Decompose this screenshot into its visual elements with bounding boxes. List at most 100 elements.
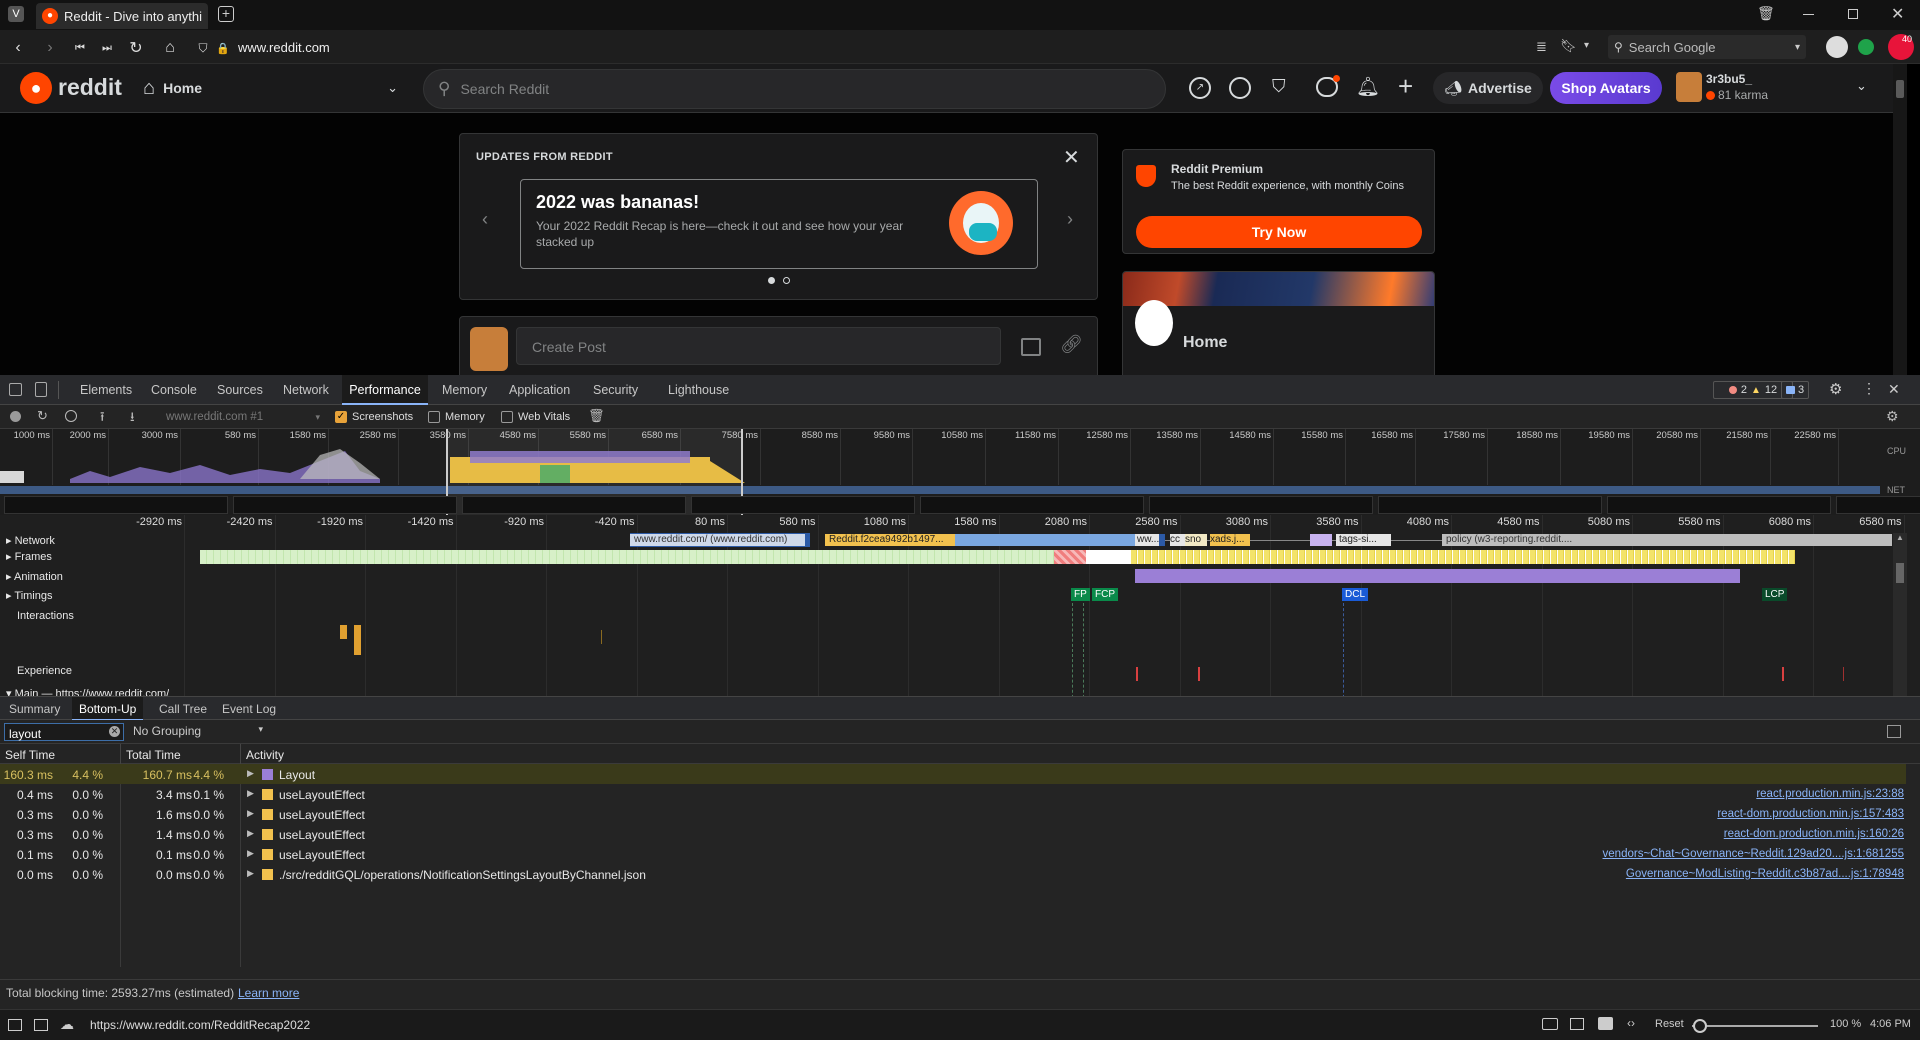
- net-request-policy[interactable]: policy (w3-reporting.reddit....: [1442, 534, 1892, 546]
- close-icon[interactable]: ✕: [1063, 145, 1080, 170]
- upload-icon[interactable]: ⭱: [100, 408, 105, 430]
- tab-bottom-up[interactable]: Bottom-Up: [72, 697, 144, 721]
- timeline-overview[interactable]: 1000 ms 2000 ms 3000 ms 580 ms 1580 ms 2580 m…: [0, 429, 1920, 515]
- forward-icon[interactable]: ›: [40, 38, 60, 58]
- download-icon[interactable]: ⭳: [130, 408, 135, 430]
- code-icon[interactable]: ‹›: [1627, 1016, 1635, 1030]
- filter-input[interactable]: layout ✕: [4, 723, 124, 741]
- home-feed-selector[interactable]: ⌂ Home ⌄: [143, 74, 398, 102]
- recap-banner[interactable]: 2022 was bananas! Your 2022 Reddit Recap…: [520, 179, 1038, 269]
- expand-icon[interactable]: ▶: [247, 808, 254, 819]
- timing-fp[interactable]: FP: [1071, 588, 1090, 601]
- table-row[interactable]: 160.3 ms 4.4 % 160.7 ms 4.4 % ▶ Layout: [0, 764, 1906, 784]
- source-link[interactable]: react.production.min.js:23:88: [1756, 788, 1904, 800]
- carousel-dot[interactable]: [783, 277, 790, 284]
- track-interactions[interactable]: Interactions: [17, 610, 74, 622]
- table-row[interactable]: 0.1 ms 0.0 % 0.1 ms 0.0 % ▶ useLayoutEffect ve…: [0, 844, 1906, 864]
- vivaldi-menu-icon[interactable]: V: [8, 6, 24, 22]
- table-row[interactable]: 0.0 ms 0.0 % 0.0 ms 0.0 % ▶ ./src/redditGQL/o…: [0, 864, 1906, 884]
- tab-security[interactable]: Security: [593, 375, 638, 405]
- screenshot-thumbnail[interactable]: [462, 496, 686, 514]
- layout-shift-mark[interactable]: [1843, 667, 1844, 681]
- track-network[interactable]: ▸ Network: [6, 534, 55, 547]
- capture-settings-icon[interactable]: ⚙: [1886, 408, 1899, 425]
- net-request-html[interactable]: www.reddit.com/ (www.reddit.com): [630, 534, 805, 546]
- reddit-logo-icon[interactable]: ●: [20, 72, 52, 104]
- image-upload-icon[interactable]: [1021, 338, 1041, 356]
- tab-summary[interactable]: Summary: [9, 702, 60, 716]
- learn-more-link[interactable]: Learn more: [238, 986, 299, 1000]
- profile-icon[interactable]: [1826, 36, 1848, 58]
- zoom-slider[interactable]: [1692, 1019, 1818, 1033]
- device-toggle-icon[interactable]: [35, 382, 47, 397]
- expand-icon[interactable]: ▶: [247, 868, 254, 879]
- carousel-next-icon[interactable]: ›: [1067, 209, 1073, 230]
- reddit-search-input[interactable]: ⚲ Search Reddit: [423, 69, 1166, 109]
- memory-checkbox[interactable]: [428, 411, 440, 423]
- tab-call-tree[interactable]: Call Tree: [159, 702, 207, 716]
- record-icon[interactable]: [10, 411, 21, 422]
- zoom-reset-button[interactable]: Reset: [1655, 1018, 1684, 1030]
- tab-elements[interactable]: Elements: [80, 375, 132, 405]
- net-request-js[interactable]: Reddit.f2cea9492b1497...: [825, 534, 955, 546]
- timing-fcp[interactable]: FCP: [1092, 588, 1118, 601]
- expand-icon[interactable]: ▶: [247, 788, 254, 799]
- link-icon[interactable]: 🔗︎: [1060, 334, 1083, 355]
- col-total-time[interactable]: Total Time: [126, 748, 181, 762]
- screenshot-thumbnail[interactable]: [4, 496, 228, 514]
- capture-icon[interactable]: [1542, 1018, 1558, 1030]
- reload-record-icon[interactable]: ↻: [37, 408, 48, 424]
- grouping-select[interactable]: No Grouping ▾: [133, 724, 263, 738]
- track-timings[interactable]: ▸ Timings: [6, 589, 53, 602]
- track-animation[interactable]: ▸ Animation: [6, 570, 63, 583]
- reload-icon[interactable]: ↻: [126, 38, 146, 58]
- tab-memory[interactable]: Memory: [442, 375, 487, 405]
- webvitals-checkbox[interactable]: [501, 411, 513, 423]
- create-post-input[interactable]: Create Post: [516, 327, 1001, 365]
- screenshot-thumbnail[interactable]: [233, 496, 457, 514]
- col-self-time[interactable]: Self Time: [5, 748, 55, 762]
- screenshots-checkbox[interactable]: ✓: [335, 411, 347, 423]
- garbage-collect-icon[interactable]: 🗑︎: [588, 408, 605, 424]
- flame-chart[interactable]: -2920 ms -2420 ms -1920 ms -1420 ms -920 ms -…: [0, 515, 1920, 705]
- mod-shield-icon[interactable]: ⛉: [1272, 76, 1286, 97]
- google-search-field[interactable]: ⚲ Search Google ▾: [1608, 35, 1806, 59]
- timing-dcl[interactable]: DCL: [1342, 588, 1369, 601]
- timing-lcp[interactable]: LCP: [1762, 588, 1788, 601]
- interaction-mark[interactable]: [601, 630, 602, 644]
- expand-icon[interactable]: ▶: [247, 828, 254, 839]
- source-link[interactable]: react-dom.production.min.js:157:483: [1717, 808, 1904, 820]
- shop-avatars-button[interactable]: Shop Avatars: [1550, 72, 1662, 104]
- url-field[interactable]: www.reddit.com: [238, 40, 330, 55]
- back-icon[interactable]: ‹: [8, 38, 28, 58]
- layout-shift-mark[interactable]: [1198, 667, 1200, 681]
- window-icon[interactable]: [1570, 1018, 1584, 1030]
- rewind-icon[interactable]: ⏮: [70, 38, 90, 58]
- table-row[interactable]: 0.4 ms 0.0 % 3.4 ms 0.1 % ▶ useLayoutEffect re…: [0, 784, 1906, 804]
- messages-counter[interactable]: 3: [1781, 381, 1809, 399]
- tab-network[interactable]: Network: [283, 375, 329, 405]
- clear-icon[interactable]: [65, 410, 77, 422]
- image-icon[interactable]: [1598, 1017, 1613, 1030]
- layout-shift-mark[interactable]: [1782, 667, 1784, 681]
- reader-icon[interactable]: ≣: [1536, 39, 1547, 55]
- expand-icon[interactable]: ▶: [247, 848, 254, 859]
- new-tab-icon[interactable]: +: [218, 6, 234, 22]
- expand-icon[interactable]: ▶: [247, 768, 254, 779]
- net-request-sno[interactable]: sno: [1185, 534, 1207, 546]
- carousel-dot-active[interactable]: [768, 277, 775, 284]
- gear-icon[interactable]: ⚙: [1829, 380, 1842, 398]
- cloud-icon[interactable]: ☁: [60, 1016, 74, 1033]
- tab-performance[interactable]: Performance: [342, 375, 428, 405]
- source-link[interactable]: react-dom.production.min.js:160:26: [1724, 828, 1904, 840]
- page-scrollbar[interactable]: [1893, 64, 1907, 375]
- screenshot-thumbnail[interactable]: [1378, 496, 1602, 514]
- shield-icon[interactable]: ⛉: [193, 38, 213, 58]
- source-link[interactable]: Governance~ModListing~Reddit.c3b87ad....…: [1626, 868, 1904, 880]
- home-icon[interactable]: ⌂: [160, 38, 180, 58]
- tab-console[interactable]: Console: [151, 375, 197, 405]
- screenshot-thumbnail[interactable]: [1149, 496, 1373, 514]
- clear-filter-icon[interactable]: ✕: [109, 726, 120, 737]
- recording-select[interactable]: www.reddit.com #1 ▾: [160, 408, 320, 426]
- screenshot-thumbnail[interactable]: [691, 496, 915, 514]
